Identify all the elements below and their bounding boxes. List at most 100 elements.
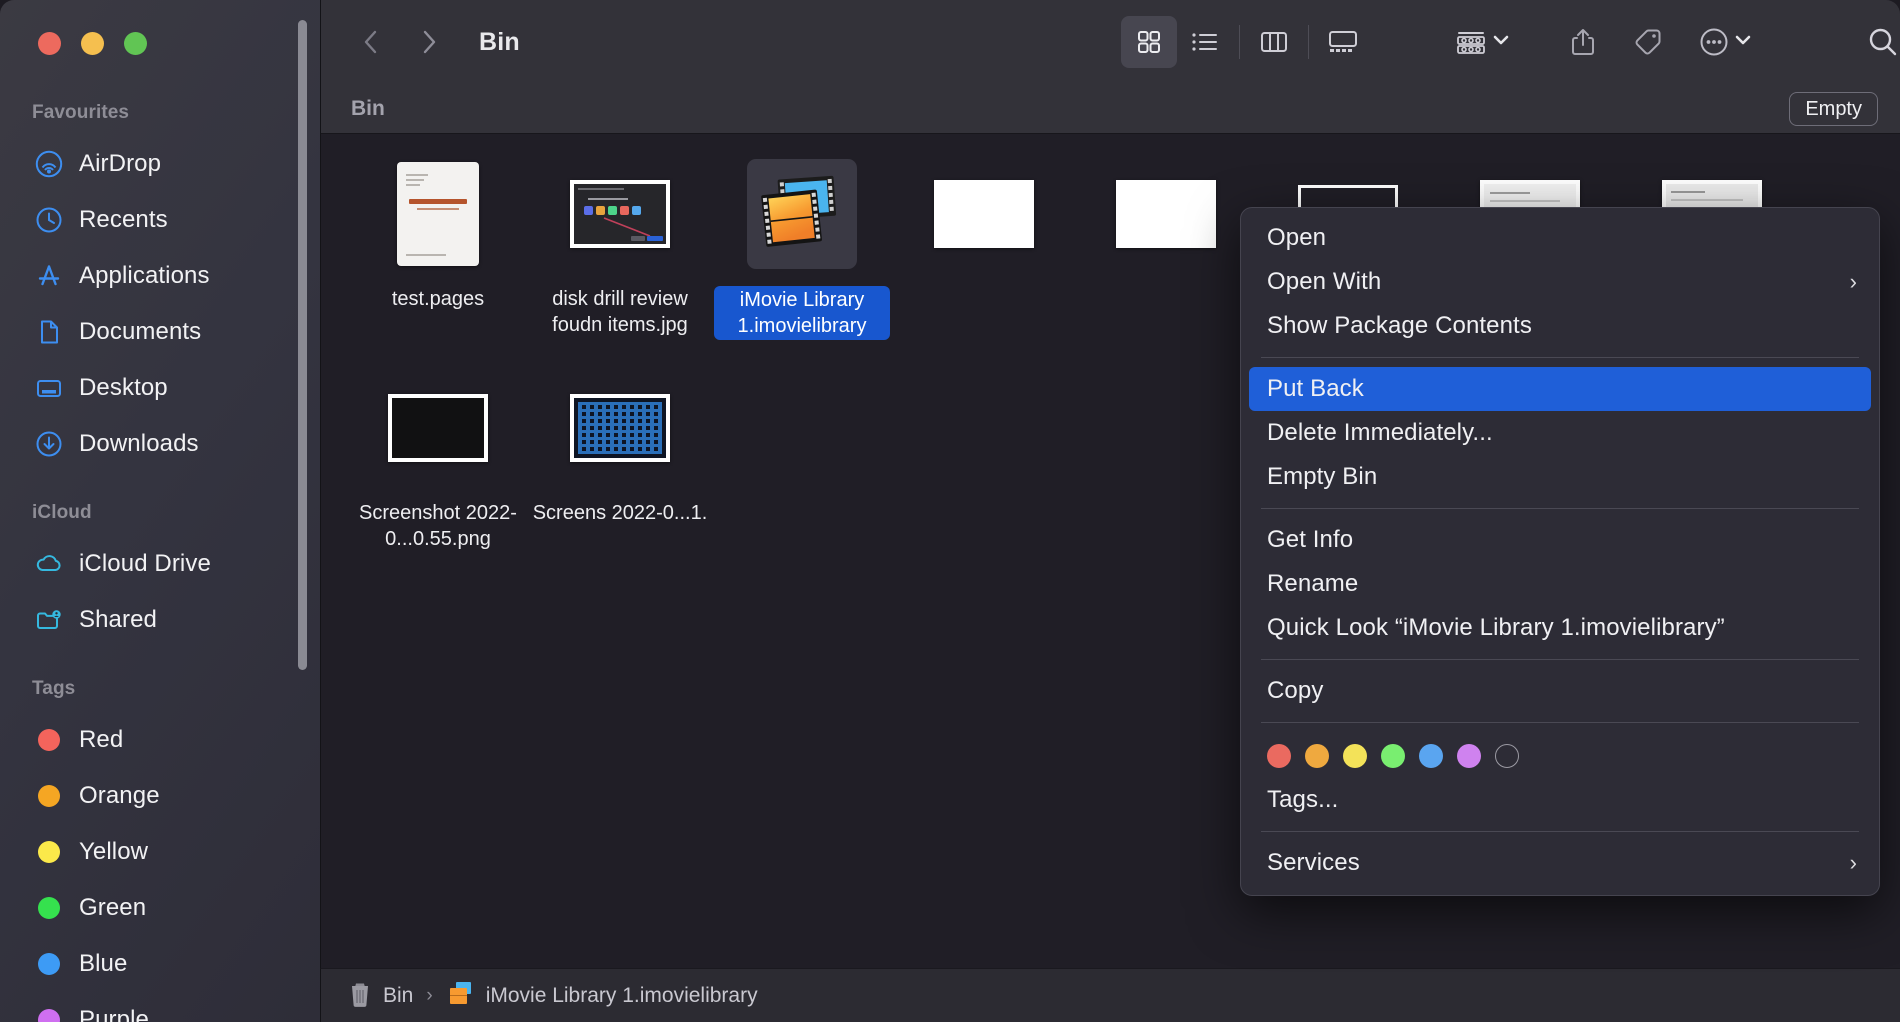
sidebar-item-label: Orange [79,782,160,809]
sidebar-item-downloads[interactable]: Downloads [0,416,320,472]
tags-button[interactable] [1632,16,1664,68]
tag-swatch-purple[interactable] [1457,744,1481,768]
sidebar-item-documents[interactable]: Documents [0,304,320,360]
list-view-button[interactable] [1177,16,1233,68]
file-thumbnail [711,152,893,276]
file-item[interactable]: test.pages [347,152,529,340]
sidebar-item-tag-purple[interactable]: Purple [0,992,320,1022]
tag-swatch-orange[interactable] [1305,744,1329,768]
menu-item-delete-immediately[interactable]: Delete Immediately... [1241,411,1879,455]
desktop-icon [34,373,64,403]
group-by-button[interactable] [1453,16,1488,68]
sidebar-item-tag-green[interactable]: Green [0,880,320,936]
column-view-button[interactable] [1246,16,1302,68]
file-thumbnail [1075,152,1257,276]
menu-item-rename[interactable]: Rename [1241,562,1879,606]
file-thumbnail [347,152,529,276]
maximize-button[interactable] [124,32,147,55]
sidebar-item-tag-orange[interactable]: Orange [0,768,320,824]
file-item[interactable]: Screens 2022-0...1. [529,366,711,552]
shared-folder-icon [34,605,64,635]
sidebar-item-tag-yellow[interactable]: Yellow [0,824,320,880]
icon-view-button[interactable] [1121,16,1177,68]
tag-swatch-blue[interactable] [1419,744,1443,768]
sidebar-item-applications[interactable]: Applications [0,248,320,304]
file-name-selected: iMovie Library 1.imovielibrary [714,286,890,340]
screenshot-thumbnail-icon [388,394,488,462]
sidebar-item-recents[interactable]: Recents [0,192,320,248]
trash-icon [347,978,373,1013]
column-view-icon [1261,32,1287,52]
sidebar-item-label: Downloads [79,430,199,457]
minimize-button[interactable] [81,32,104,55]
menu-item-show-package-contents[interactable]: Show Package Contents [1241,304,1879,348]
menu-item-get-info[interactable]: Get Info [1241,518,1879,562]
file-thumbnail [529,366,711,490]
sidebar-scroll-area[interactable]: Favourites AirDrop Recents Applications [0,92,320,1022]
sidebar-item-shared[interactable]: Shared [0,592,320,648]
screenshot-thumbnail-icon [934,180,1034,248]
window-traffic-lights[interactable] [38,32,147,55]
menu-item-quick-look[interactable]: Quick Look “iMovie Library 1.imovielibra… [1241,606,1879,650]
context-menu[interactable]: Open Open With › Show Package Contents P… [1240,207,1880,896]
tag-swatch-none[interactable] [1495,744,1519,768]
file-name: disk drill review foudn items.jpg [552,288,688,336]
tag-swatch-yellow[interactable] [1343,744,1367,768]
sidebar-item-label: Desktop [79,374,168,401]
close-button[interactable] [38,32,61,55]
back-button[interactable] [349,20,393,64]
navigation-buttons [349,20,451,64]
sidebar-section-favourites-header: Favourites [32,102,130,123]
menu-item-tags[interactable]: Tags... [1241,778,1879,822]
menu-tag-swatches[interactable] [1241,732,1879,778]
pages-document-icon [397,162,479,266]
file-item[interactable] [893,152,1075,340]
screenshot-thumbnail-icon [570,394,670,462]
tag-dot-icon [34,725,64,755]
menu-item-copy[interactable]: Copy [1241,669,1879,713]
search-icon [1869,28,1897,56]
airdrop-icon [34,149,64,179]
window-title: Bin [479,27,520,56]
more-actions-button[interactable] [1698,16,1730,68]
sidebar-item-desktop[interactable]: Desktop [0,360,320,416]
menu-item-services[interactable]: Services › [1241,841,1879,885]
tag-swatch-green[interactable] [1381,744,1405,768]
toolbar-divider [1239,25,1240,59]
file-item[interactable] [1075,152,1257,340]
menu-item-open[interactable]: Open [1241,216,1879,260]
clock-icon [34,205,64,235]
file-item[interactable]: Screenshot 2022-0...0.55.png [347,366,529,552]
sidebar-item-label: Purple [79,1006,149,1022]
menu-item-empty-bin[interactable]: Empty Bin [1241,455,1879,499]
sidebar-scrollbar[interactable] [298,20,307,670]
list-view-icon [1192,33,1217,51]
empty-bin-button[interactable]: Empty [1789,92,1878,126]
file-item[interactable]: disk drill review foudn items.jpg [529,152,711,340]
file-item-selected[interactable]: iMovie Library 1.imovielibrary [711,152,893,340]
menu-separator [1261,831,1859,832]
sidebar-item-label: Shared [79,606,157,633]
gallery-view-button[interactable] [1315,16,1371,68]
sidebar-item-airdrop[interactable]: AirDrop [0,136,320,192]
group-by-chevron-down-icon[interactable] [1490,31,1512,54]
sidebar-item-icloud-drive[interactable]: iCloud Drive [0,536,320,592]
menu-separator [1261,357,1859,358]
menu-item-open-with[interactable]: Open With › [1241,260,1879,304]
tag-swatch-red[interactable] [1267,744,1291,768]
bin-header-bar: Bin Empty [320,84,1900,134]
sidebar-item-tag-blue[interactable]: Blue [0,936,320,992]
path-current-file[interactable]: iMovie Library 1.imovielibrary [486,984,758,1008]
sidebar-item-tag-red[interactable]: Red [0,712,320,768]
share-button[interactable] [1568,16,1598,68]
menu-separator [1261,659,1859,660]
menu-item-put-back[interactable]: Put Back [1249,367,1871,411]
more-actions-chevron-down-icon[interactable] [1732,31,1754,54]
cloud-icon [34,549,64,579]
view-mode-group [1121,16,1371,68]
tag-icon [1635,29,1661,55]
path-root[interactable]: Bin [383,984,413,1008]
sidebar-section-tags-header: Tags [32,678,76,699]
search-button[interactable] [1866,16,1900,68]
forward-button[interactable] [407,20,451,64]
